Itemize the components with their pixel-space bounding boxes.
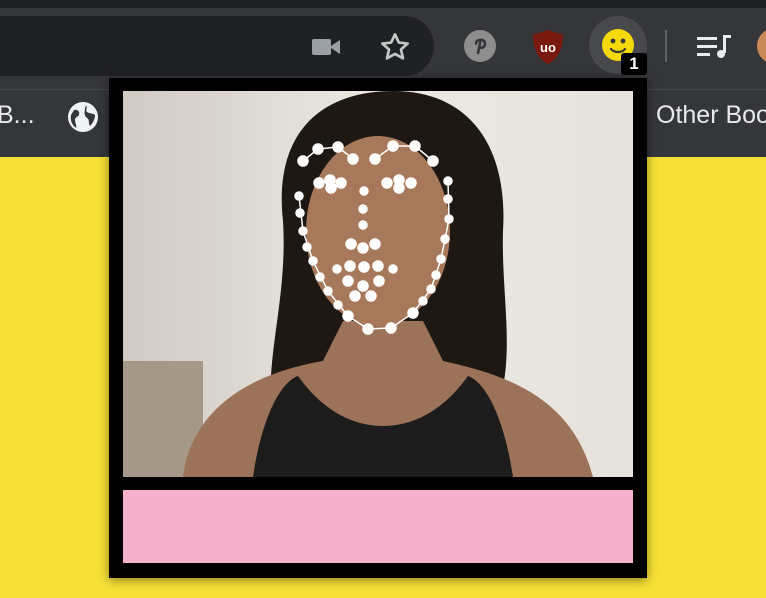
webcam-video [123, 91, 633, 477]
pinterest-icon[interactable] [461, 27, 499, 65]
media-queue-icon[interactable] [694, 30, 734, 64]
ublock-icon[interactable]: uo [530, 27, 566, 67]
address-bar[interactable] [0, 16, 434, 76]
other-bookmarks[interactable]: Other Boo [656, 90, 766, 141]
svg-text:uo: uo [540, 40, 556, 55]
extension-badge: 1 [621, 53, 647, 75]
tab-strip [0, 0, 766, 8]
expression-status-bar [123, 490, 633, 563]
profile-avatar[interactable] [757, 28, 766, 64]
bookmark-star-icon[interactable] [374, 26, 416, 68]
camera-icon[interactable] [308, 30, 344, 64]
globe-icon[interactable] [66, 100, 100, 134]
bookmark-item[interactable]: B... [0, 90, 35, 141]
toolbar-divider [665, 30, 667, 62]
webcam-frame [123, 91, 633, 477]
browser-toolbar: uo 1 [0, 0, 766, 89]
extension-popup [109, 78, 647, 578]
